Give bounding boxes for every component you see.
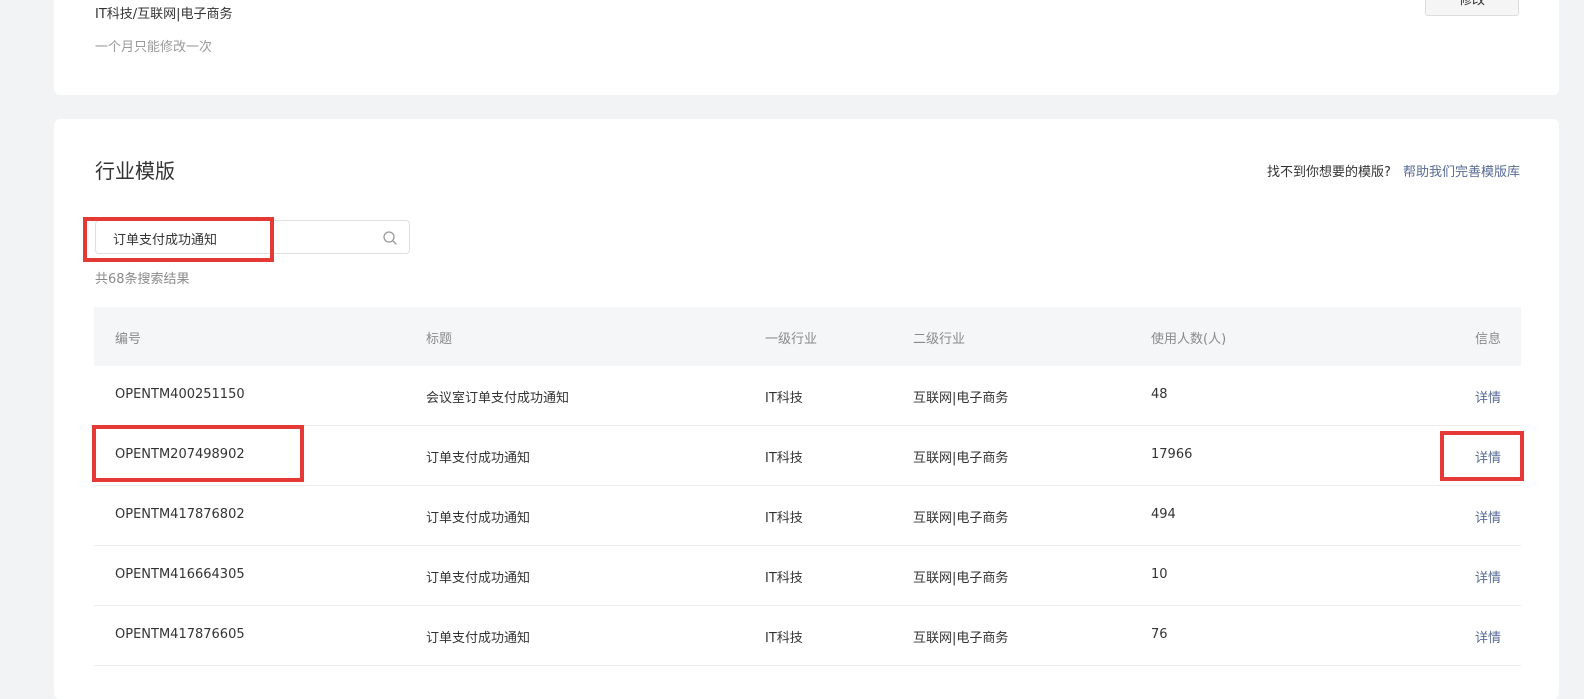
help-question: 找不到你想要的模版? xyxy=(1266,165,1391,180)
industry-settings-card: IT科技/互联网|电子商务 一个月只能修改一次 修改 xyxy=(54,0,1559,95)
header-id: 编号 xyxy=(115,332,142,347)
template-id: OPENTM417876802 xyxy=(115,507,245,522)
table-row: OPENTM417876605 订单支付成功通知 IT科技 互联网|电子商务 7… xyxy=(94,606,1521,666)
template-id: OPENTM400251150 xyxy=(115,387,245,402)
header-info: 信息 xyxy=(1474,332,1501,347)
template-title: 订单支付成功通知 xyxy=(426,571,531,586)
search-icon[interactable] xyxy=(382,230,398,246)
table-row: OPENTM416664305 订单支付成功通知 IT科技 互联网|电子商务 1… xyxy=(94,546,1521,606)
help-improve-link[interactable]: 帮助我们完善模版库 xyxy=(1403,165,1520,180)
header-level1-industry: 一级行业 xyxy=(765,332,818,347)
table-row: OPENTM207498902 订单支付成功通知 IT科技 互联网|电子商务 1… xyxy=(94,426,1521,486)
template-title: 订单支付成功通知 xyxy=(426,511,531,526)
template-id: OPENTM417876605 xyxy=(115,627,245,642)
template-title: 会议室订单支付成功通知 xyxy=(426,391,570,406)
detail-link[interactable]: 详情 xyxy=(1475,507,1501,526)
section-title: 行业模版 xyxy=(95,159,175,183)
template-level1-industry: IT科技 xyxy=(765,631,803,646)
template-title: 订单支付成功通知 xyxy=(426,631,531,646)
result-count: 共68条搜索结果 xyxy=(95,272,190,287)
template-users: 10 xyxy=(1151,567,1168,582)
template-users: 48 xyxy=(1151,387,1168,402)
template-level2-industry: 互联网|电子商务 xyxy=(913,391,1009,406)
modify-button[interactable]: 修改 xyxy=(1425,0,1519,16)
help-area: 找不到你想要的模版? 帮助我们完善模版库 xyxy=(1267,161,1520,180)
highlight-box-search xyxy=(83,217,274,262)
table-row: OPENTM417876802 订单支付成功通知 IT科技 互联网|电子商务 4… xyxy=(94,486,1521,546)
table-row: OPENTM400251150 会议室订单支付成功通知 IT科技 互联网|电子商… xyxy=(94,366,1521,426)
template-level2-industry: 互联网|电子商务 xyxy=(913,571,1009,586)
header-level2-industry: 二级行业 xyxy=(913,332,966,347)
template-level1-industry: IT科技 xyxy=(765,391,803,406)
template-users: 76 xyxy=(1151,627,1168,642)
template-level1-industry: IT科技 xyxy=(765,511,803,526)
detail-link[interactable]: 详情 xyxy=(1475,387,1501,406)
header-title: 标题 xyxy=(426,332,453,347)
industry-templates-card: 行业模版 找不到你想要的模版? 帮助我们完善模版库 订单支付成功通知 共68条搜… xyxy=(54,119,1559,699)
template-users: 494 xyxy=(1151,507,1176,522)
industry-value: IT科技/互联网|电子商务 xyxy=(95,7,233,22)
template-level2-industry: 互联网|电子商务 xyxy=(913,631,1009,646)
industry-note: 一个月只能修改一次 xyxy=(95,40,213,55)
template-level1-industry: IT科技 xyxy=(765,451,803,466)
template-users: 17966 xyxy=(1151,447,1193,462)
template-level2-industry: 互联网|电子商务 xyxy=(913,451,1009,466)
table-header: 编号 标题 一级行业 二级行业 使用人数(人) 信息 xyxy=(94,307,1521,366)
template-id: OPENTM416664305 xyxy=(115,567,245,582)
highlight-box-template-id xyxy=(92,425,304,482)
templates-table: 编号 标题 一级行业 二级行业 使用人数(人) 信息 OPENTM4002511… xyxy=(94,307,1521,666)
template-level2-industry: 互联网|电子商务 xyxy=(913,511,1009,526)
header-users: 使用人数(人) xyxy=(1151,332,1227,347)
detail-link[interactable]: 详情 xyxy=(1475,567,1501,586)
template-title: 订单支付成功通知 xyxy=(426,451,531,466)
template-level1-industry: IT科技 xyxy=(765,571,803,586)
detail-link[interactable]: 详情 xyxy=(1475,627,1501,646)
highlight-box-detail xyxy=(1440,431,1524,481)
